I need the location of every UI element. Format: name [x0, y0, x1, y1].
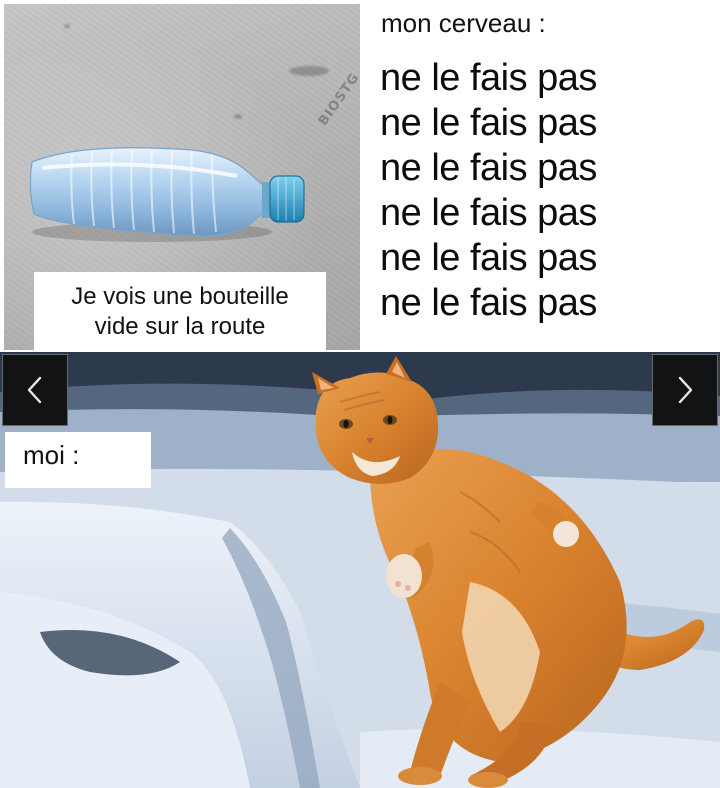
plastic-bottle-illustration [29, 147, 305, 242]
brain-line: ne le fais pas [380, 237, 597, 279]
caption-box: Je vois une bouteille vide sur la route [34, 272, 326, 350]
moi-label: moi : [23, 440, 80, 470]
road-photo-panel: BIOSTG Je vois une bouteille vide sur la… [4, 4, 360, 350]
previous-image-button[interactable] [2, 354, 68, 426]
meme-image: BIOSTG Je vois une bouteille vide sur la… [0, 0, 720, 788]
snow-photo-panel: moi : [0, 352, 720, 788]
next-image-button[interactable] [652, 354, 718, 426]
brain-line: ne le fais pas [380, 147, 597, 189]
brain-line: ne le fais pas [380, 57, 597, 99]
watermark: BIOSTG [315, 70, 360, 129]
snow-scene-illustration [0, 352, 720, 788]
chevron-right-icon [678, 376, 693, 404]
caption-text: Je vois une bouteille vide sur la route [34, 282, 326, 342]
brain-lines: ne le fais pas ne le fais pas ne le fais… [380, 56, 597, 326]
road-stain [289, 66, 329, 76]
brain-line: ne le fais pas [380, 192, 597, 234]
moi-label-box: moi : [5, 432, 151, 488]
brain-line: ne le fais pas [380, 282, 597, 324]
brain-text-panel: mon cerveau : ne le fais pas ne le fais … [364, 0, 720, 350]
road-stain [64, 24, 70, 28]
road-stain [234, 114, 242, 119]
caption-line: vide sur la route [94, 313, 266, 340]
brain-title: mon cerveau : [381, 8, 546, 38]
brain-line: ne le fais pas [380, 102, 597, 144]
caption-line: Je vois une bouteille [71, 283, 289, 310]
chevron-left-icon [27, 376, 42, 404]
